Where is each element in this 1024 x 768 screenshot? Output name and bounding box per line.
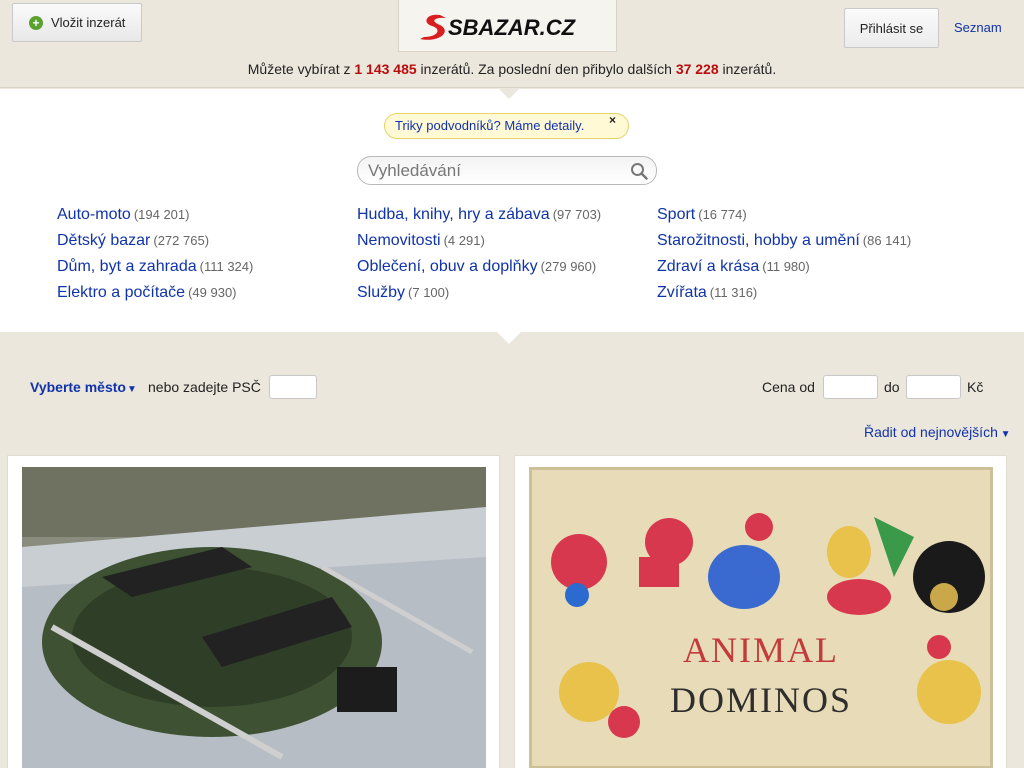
category-column-3: Sport (16 774) Starožitnosti, hobby a umě…	[657, 203, 957, 307]
category-count: (7 100)	[408, 285, 450, 300]
category-link[interactable]: Oblečení, obuv a doplňky	[357, 258, 538, 275]
logo-text: SBAZAR.CZ	[448, 15, 577, 40]
image-text-dominos: DOMINOS	[670, 680, 852, 720]
search-box	[357, 156, 657, 185]
category-link[interactable]: Zvířata	[657, 284, 707, 301]
insert-ad-button[interactable]: + Vložit inzerát	[12, 3, 142, 42]
image-text-animal: ANIMAL	[683, 630, 839, 670]
chevron-down-icon: ▼	[126, 384, 137, 395]
sort-label: Řadit od nejnovějších	[864, 424, 998, 440]
category-item: Zvířata (11 316)	[657, 281, 957, 307]
category-link[interactable]: Starožitnosti, hobby a umění	[657, 232, 860, 249]
category-item: Oblečení, obuv a doplňky (279 960)	[357, 255, 657, 281]
stats-prefix: Můžete vybírat z	[247, 61, 355, 77]
category-count: (86 141)	[862, 233, 912, 248]
panel-arrow-top	[499, 89, 519, 99]
inflatable-boat-photo	[22, 467, 486, 768]
psc-input[interactable]	[269, 375, 317, 399]
category-count: (49 930)	[188, 285, 237, 300]
seznam-link[interactable]: Seznam	[954, 20, 1002, 35]
price-to-input[interactable]	[906, 375, 961, 399]
chevron-down-icon: ▼	[997, 429, 1011, 440]
category-item: Nemovitosti (4 291)	[357, 229, 657, 255]
category-link[interactable]: Nemovitosti	[357, 232, 441, 249]
stats-total: 1 143 485	[354, 61, 417, 77]
fraud-notice[interactable]: Triky podvodníků? Máme detaily. ×	[384, 113, 629, 139]
plus-icon: +	[29, 15, 43, 30]
category-count: (279 960)	[540, 259, 597, 274]
category-link[interactable]: Sport	[657, 206, 695, 223]
category-count: (16 774)	[698, 207, 747, 222]
sort-select[interactable]: Řadit od nejnovějších ▼	[864, 424, 1011, 440]
sbazar-logo: SBAZAR.CZ	[419, 14, 577, 40]
category-item: Hudba, knihy, hry a zábava (97 703)	[357, 203, 657, 229]
animal-dominos-photo: ANIMAL DOMINOS	[529, 467, 993, 768]
category-link[interactable]: Dům, byt a zahrada	[57, 258, 197, 275]
category-column-1: Auto-moto (194 201) Dětský bazar (272 765)…	[57, 203, 357, 307]
category-item: Zdraví a krása (11 980)	[657, 255, 957, 281]
category-item: Elektro a počítače (49 930)	[57, 281, 357, 307]
category-link[interactable]: Zdraví a krása	[657, 258, 759, 275]
category-count: (272 765)	[153, 233, 210, 248]
price-from-label: Cena od	[762, 379, 815, 395]
category-count: (97 703)	[552, 207, 602, 222]
psc-label: nebo zadejte PSČ	[148, 379, 261, 395]
category-link[interactable]: Auto-moto	[57, 206, 131, 223]
logo[interactable]: SBAZAR.CZ	[398, 0, 617, 52]
category-column-2: Hudba, knihy, hry a zábava (97 703) Nemov…	[357, 203, 657, 307]
category-item: Dětský bazar (272 765)	[57, 229, 357, 255]
stats-suffix: inzerátů.	[718, 61, 777, 77]
category-link[interactable]: Služby	[357, 284, 405, 301]
panel-arrow-bottom	[497, 332, 521, 344]
search-input[interactable]	[368, 160, 618, 181]
category-item: Služby (7 100)	[357, 281, 657, 307]
category-count: (194 201)	[133, 207, 190, 222]
category-count: (11 980)	[762, 259, 810, 274]
stats-new-count: 37 228	[675, 61, 719, 77]
category-link[interactable]: Dětský bazar	[57, 232, 150, 249]
insert-ad-label: Vložit inzerát	[51, 15, 126, 30]
search-icon[interactable]	[630, 162, 648, 180]
category-count: (11 316)	[709, 285, 758, 300]
listing-image[interactable]: ANIMAL DOMINOS	[529, 467, 993, 768]
city-select-label: Vyberte město	[30, 379, 126, 395]
category-item: Starožitnosti, hobby a umění (86 141)	[657, 229, 957, 255]
category-item: Auto-moto (194 201)	[57, 203, 357, 229]
stats-middle: inzerátů. Za poslední den přibylo dalšíc…	[416, 61, 676, 77]
category-link[interactable]: Elektro a počítače	[57, 284, 185, 301]
category-item: Dům, byt a zahrada (111 324)	[57, 255, 357, 281]
price-from-input[interactable]	[823, 375, 878, 399]
listing-card[interactable]: ANIMAL DOMINOS	[514, 455, 1007, 768]
currency-label: Kč	[967, 379, 984, 395]
close-icon[interactable]: ×	[609, 108, 616, 132]
category-count: (4 291)	[443, 233, 485, 248]
category-count: (111 324)	[199, 259, 254, 274]
top-bar: + Vložit inzerát SBAZAR.CZ Přihlásit se …	[0, 0, 1024, 88]
listing-card[interactable]	[7, 455, 500, 768]
login-button[interactable]: Přihlásit se	[844, 8, 939, 48]
category-link[interactable]: Hudba, knihy, hry a zábava	[357, 206, 550, 223]
fraud-notice-text[interactable]: Triky podvodníků? Máme detaily.	[395, 118, 584, 133]
price-to-label: do	[884, 379, 900, 395]
category-item: Sport (16 774)	[657, 203, 957, 229]
listing-image[interactable]	[22, 467, 486, 768]
city-select[interactable]: Vyberte město▼	[30, 379, 137, 395]
stats-line: Můžete vybírat z 1 143 485 inzerátů. Za …	[0, 61, 1024, 77]
